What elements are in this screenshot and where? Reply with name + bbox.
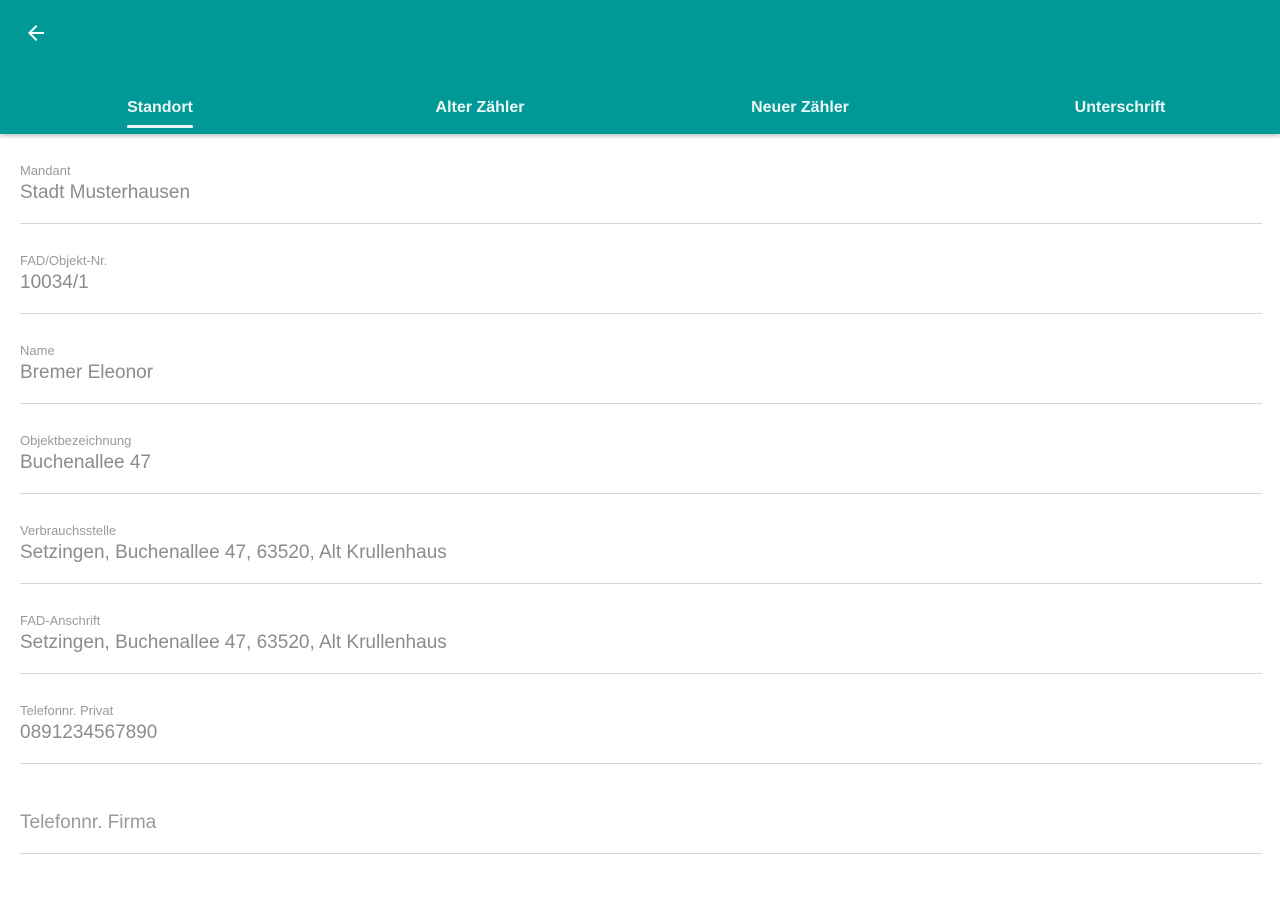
field-value: Setzingen, Buchenallee 47, 63520, Alt Kr… — [20, 632, 447, 653]
tab-standort[interactable]: Standort — [0, 88, 320, 134]
field-value: 10034/1 — [20, 272, 89, 293]
app-bar: Standort Alter Zähler Neuer Zähler Unter… — [0, 0, 1280, 134]
field-label: FAD-Anschrift — [20, 613, 101, 628]
arrow-left-icon — [28, 25, 44, 41]
field-label: Name — [20, 343, 55, 358]
field-value: Buchenallee 47 — [20, 452, 151, 473]
tab-label: Unterschrift — [1074, 99, 1166, 116]
tab-neuer-zaehler[interactable]: Neuer Zähler — [640, 88, 960, 134]
field-value: Setzingen, Buchenallee 47, 63520, Alt Kr… — [20, 542, 447, 563]
field-label: Verbrauchsstelle — [20, 523, 117, 538]
field-value: Stadt Musterhausen — [20, 182, 191, 203]
verbrauchsstelle-field[interactable]: Verbrauchsstelle Setzingen, Buchenallee … — [20, 494, 1262, 584]
tab-label: Alter Zähler — [435, 99, 525, 116]
tab-bar: Standort Alter Zähler Neuer Zähler Unter… — [0, 88, 1280, 134]
field-value: 0891234567890 — [20, 722, 158, 743]
fad-anschrift-field[interactable]: FAD-Anschrift Setzingen, Buchenallee 47,… — [20, 584, 1262, 674]
field-value: Bremer Eleonor — [20, 362, 154, 383]
mandant-field[interactable]: Mandant Stadt Musterhausen — [20, 134, 1262, 224]
name-field[interactable]: Name Bremer Eleonor — [20, 314, 1262, 404]
standort-form: Mandant Stadt Musterhausen FAD/Objekt-Nr… — [20, 134, 1262, 854]
back-button[interactable] — [14, 14, 58, 52]
field-label: FAD/Objekt-Nr. — [20, 253, 108, 268]
telefon-privat-field[interactable]: Telefonnr. Privat 0891234567890 — [20, 674, 1262, 764]
objektbezeichnung-field[interactable]: Objektbezeichnung Buchenallee 47 — [20, 404, 1262, 494]
tab-label: Neuer Zähler — [751, 99, 849, 116]
telefon-firma-field[interactable]: Telefonnr. Firma — [20, 764, 1262, 854]
tab-unterschrift[interactable]: Unterschrift — [960, 88, 1280, 134]
field-placeholder: Telefonnr. Firma — [20, 812, 157, 833]
field-label: Objektbezeichnung — [20, 433, 132, 448]
field-label: Mandant — [20, 163, 71, 178]
tab-label: Standort — [127, 99, 193, 128]
tab-alter-zaehler[interactable]: Alter Zähler — [320, 88, 640, 134]
field-label: Telefonnr. Privat — [20, 703, 114, 718]
objekt-nr-field[interactable]: FAD/Objekt-Nr. 10034/1 — [20, 224, 1262, 314]
